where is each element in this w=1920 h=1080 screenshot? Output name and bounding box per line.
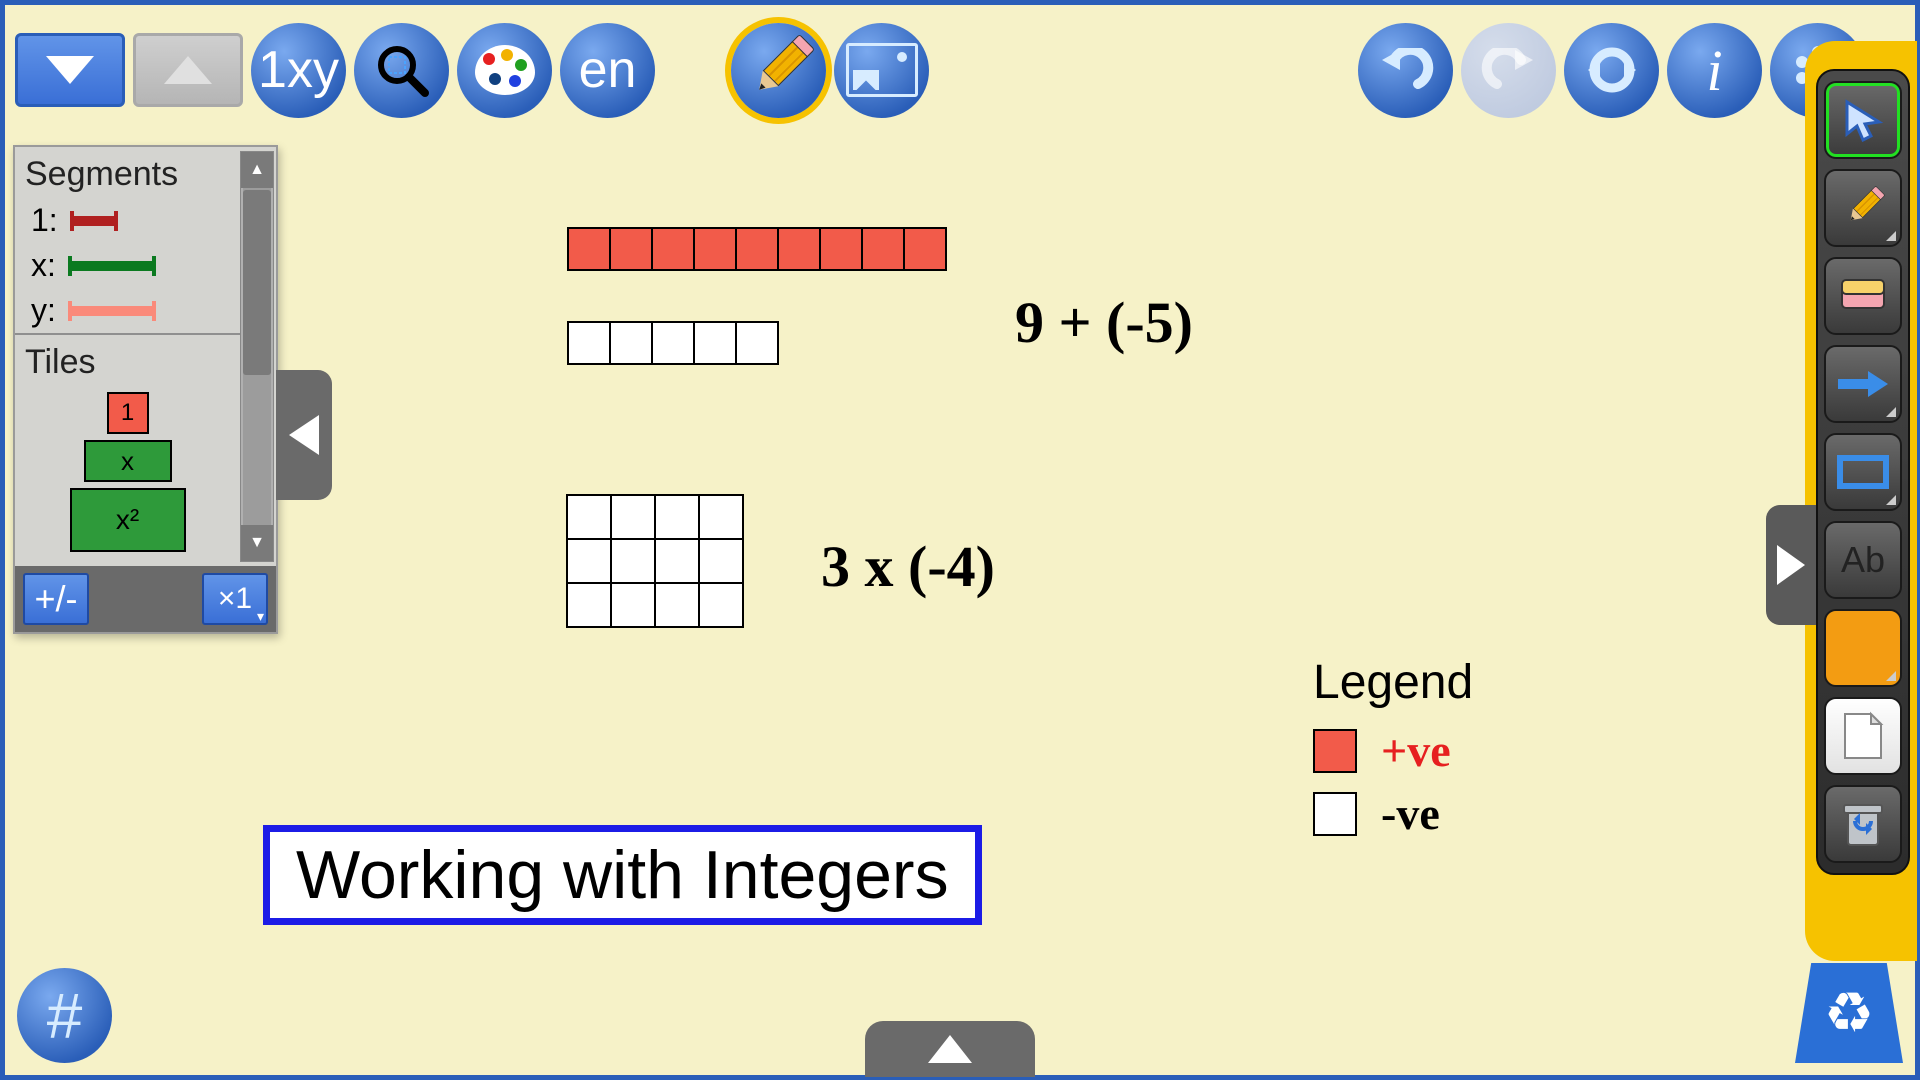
palette-icon: [475, 45, 535, 95]
select-tool[interactable]: [1824, 81, 1902, 159]
info-button[interactable]: i: [1667, 23, 1762, 118]
recycle-bin[interactable]: ♻: [1795, 963, 1903, 1063]
eraser-tool[interactable]: [1824, 257, 1902, 335]
tiles-header: Tiles: [15, 335, 240, 386]
arrow-right-icon: [1777, 545, 1805, 585]
expression-2[interactable]: 3 x (-4): [821, 533, 995, 600]
spaces-dropdown-button[interactable]: [15, 33, 125, 107]
scroll-up-icon[interactable]: ▲: [241, 152, 273, 188]
rectangle-tool[interactable]: [1824, 433, 1902, 511]
palette-scrollbar[interactable]: ▲ ▼: [240, 151, 274, 562]
info-icon: i: [1706, 37, 1722, 104]
tile-x2[interactable]: x²: [70, 488, 186, 552]
picture-icon: [846, 43, 918, 97]
product-grid[interactable]: [567, 495, 743, 627]
rectangle-icon: [1836, 452, 1890, 492]
undo-button[interactable]: [1358, 23, 1453, 118]
segment-x-row[interactable]: x:: [15, 243, 240, 288]
legend: Legend +ve -ve: [1313, 655, 1473, 850]
trash-tool[interactable]: [1824, 785, 1902, 863]
trash-icon: [1840, 799, 1886, 849]
segment-y-icon: [68, 306, 156, 316]
segment-1-icon: [70, 216, 118, 226]
dock-collapse-handle[interactable]: [1766, 505, 1816, 625]
page-tool[interactable]: [1824, 697, 1902, 775]
magnifier-icon: [375, 43, 429, 97]
arrow-left-icon: [289, 415, 319, 455]
color-palette-button[interactable]: [457, 23, 552, 118]
negative-tile-strip[interactable]: [567, 321, 779, 365]
fill-color-tool[interactable]: [1824, 609, 1902, 687]
undo-icon: [1378, 48, 1434, 92]
algebra-mode-label: 1xy: [258, 40, 339, 100]
text-tool[interactable]: Ab: [1824, 521, 1902, 599]
eraser-icon: [1838, 276, 1888, 316]
palette-collapse-handle[interactable]: [276, 370, 332, 500]
pencil-icon: [1837, 182, 1890, 235]
algebra-mode-button[interactable]: 1xy: [251, 23, 346, 118]
zoom-button[interactable]: [354, 23, 449, 118]
expression-1[interactable]: 9 + (-5): [1015, 289, 1193, 356]
legend-negative-label: -ve: [1381, 787, 1440, 840]
pencil-icon: [736, 28, 821, 113]
tile-1[interactable]: 1: [107, 392, 149, 434]
tile-x[interactable]: x: [84, 440, 172, 482]
annotate-toggle-button[interactable]: [731, 23, 826, 118]
recycle-icon: ♻: [1824, 980, 1874, 1046]
palette-footer: +/- ×1: [15, 566, 276, 632]
language-button[interactable]: en: [560, 23, 655, 118]
spaces-up-button: [133, 33, 243, 107]
page-icon: [1841, 710, 1885, 762]
arrow-right-icon: [1836, 369, 1890, 399]
segment-y-row[interactable]: y:: [15, 288, 240, 333]
bottom-drawer-handle[interactable]: [865, 1021, 1035, 1077]
legend-positive-swatch: [1313, 729, 1357, 773]
legend-title: Legend: [1313, 655, 1473, 710]
pencil-tool[interactable]: [1824, 169, 1902, 247]
title-text-box[interactable]: Working with Integers: [263, 825, 982, 925]
arrow-up-icon: [928, 1035, 972, 1063]
tool-dock: Ab: [1816, 69, 1910, 875]
redo-button: [1461, 23, 1556, 118]
hash-icon: #: [47, 979, 83, 1053]
language-label: en: [579, 40, 637, 100]
arrow-tool[interactable]: [1824, 345, 1902, 423]
chevron-down-icon: [46, 56, 94, 84]
segment-x-icon: [68, 261, 156, 271]
segments-header: Segments: [15, 147, 240, 198]
reset-button[interactable]: [1564, 23, 1659, 118]
sign-toggle-button[interactable]: +/-: [23, 573, 89, 625]
palette-panel: Segments 1: x: y: Tiles 1 x x² ▲ ▼ +/- ×…: [13, 145, 278, 634]
cursor-icon: [1841, 98, 1885, 142]
scale-button[interactable]: ×1: [202, 573, 268, 625]
background-image-button[interactable]: [834, 23, 929, 118]
scroll-thumb[interactable]: [243, 190, 271, 375]
legend-positive-label: +ve: [1381, 724, 1451, 777]
redo-icon: [1481, 48, 1537, 92]
chevron-up-icon: [164, 56, 212, 84]
segment-1-row[interactable]: 1:: [15, 198, 240, 243]
legend-negative-swatch: [1313, 792, 1357, 836]
positive-tile-strip[interactable]: [567, 227, 947, 271]
text-tool-label: Ab: [1841, 539, 1885, 581]
scroll-down-icon[interactable]: ▼: [241, 525, 273, 561]
top-toolbar: 1xy en: [15, 20, 1905, 120]
reset-icon: [1582, 45, 1642, 95]
grid-toggle-button[interactable]: #: [17, 968, 112, 1063]
